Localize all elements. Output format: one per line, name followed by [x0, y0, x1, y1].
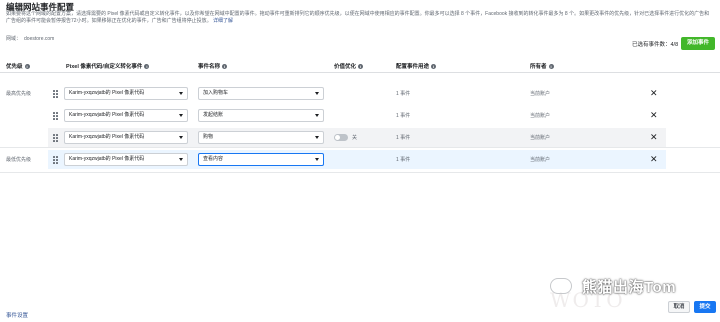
page-description: 如果要将这个网域的配置方案，请选择需要的 Pixel 像素代码或自定义转化事件，… [6, 11, 712, 25]
event-select-value: 购物 [203, 134, 214, 140]
column-header-event-name-label: 事件名称 [198, 64, 221, 70]
value-optimization-toggle[interactable] [334, 134, 348, 141]
table-row: Karim-yxqzwjatb的 Pixel 像素代码 查看内容 1 事件 当前… [48, 150, 666, 169]
group-divider [0, 147, 720, 148]
chevron-down-icon [179, 136, 183, 139]
table-row: Karim-yxqzwjatb的 Pixel 像素代码 发起结账 1 事件 当前… [48, 106, 666, 125]
info-icon[interactable]: i [24, 63, 30, 69]
pixel-select-value: Karim-yxqzwjatb的 Pixel 像素代码 [69, 134, 145, 140]
close-icon[interactable]: ✕ [650, 131, 658, 143]
drag-handle-icon[interactable] [53, 112, 58, 120]
column-header-owner-label: 所有者 [530, 64, 547, 70]
configured-uses: 1 事件 [396, 135, 411, 141]
group-label-lowest: 最低优先级 [6, 157, 32, 163]
cancel-button[interactable]: 取消 [668, 301, 690, 313]
drag-handle-icon[interactable] [53, 90, 58, 98]
chevron-down-icon [315, 158, 319, 161]
column-header-pixel: Pixel 像素代码/自定义转化事件 i [66, 62, 150, 70]
drag-handle-icon[interactable] [53, 156, 58, 164]
owner: 当前账户 [530, 157, 551, 163]
info-icon[interactable]: i [548, 63, 554, 69]
owner: 当前账户 [530, 113, 551, 119]
column-header-value-optimization: 价值优化 i [334, 62, 364, 70]
pixel-select[interactable]: Karim-yxqzwjatb的 Pixel 像素代码 [64, 131, 188, 144]
event-select[interactable]: 发起结账 [198, 109, 324, 122]
table-row: Karim-yxqzwjatb的 Pixel 像素代码 购物 关 1 事件 当前… [48, 128, 666, 147]
domain-value: doestore.com [24, 36, 55, 42]
event-select[interactable]: 加入购物车 [198, 87, 324, 100]
add-event-button[interactable]: 添加事件 [681, 37, 715, 50]
learn-more-link[interactable]: 详细了解 [213, 18, 233, 24]
configured-uses: 1 事件 [396, 157, 411, 163]
event-select[interactable]: 查看内容 [198, 153, 324, 166]
watermark-text: 熊猫出海Tom [582, 279, 677, 296]
column-header-configured-uses-label: 配置事件用途 [396, 64, 430, 70]
column-header-value-optimization-label: 价值优化 [334, 64, 357, 70]
domain-row: 网域： doestore.com [6, 35, 57, 42]
domain-label: 网域： [6, 36, 22, 42]
header-divider [0, 72, 720, 73]
value-optimization-toggle-label: 关 [352, 135, 358, 141]
column-header-pixel-label: Pixel 像素代码/自定义转化事件 [66, 64, 143, 70]
pixel-select-value: Karim-yxqzwjatb的 Pixel 像素代码 [69, 112, 145, 118]
chevron-down-icon [179, 92, 183, 95]
pixel-select-value: Karim-yxqzwjatb的 Pixel 像素代码 [69, 156, 145, 162]
configured-uses: 1 事件 [396, 91, 411, 97]
info-icon[interactable]: i [144, 63, 150, 69]
table-bottom-divider [0, 172, 720, 173]
column-header-configured-uses: 配置事件用途 i [396, 62, 437, 70]
close-icon[interactable]: ✕ [650, 87, 658, 99]
column-header-priority-label: 优先级 [6, 64, 23, 70]
info-icon[interactable]: i [358, 63, 364, 69]
close-icon[interactable]: ✕ [650, 153, 658, 165]
event-select-value: 加入购物车 [203, 90, 229, 96]
chevron-down-icon [179, 158, 183, 161]
chevron-down-icon [179, 114, 183, 117]
table-row: Karim-yxqzwjatb的 Pixel 像素代码 加入购物车 1 事件 当… [48, 84, 666, 103]
chevron-down-icon [315, 136, 319, 139]
pixel-select[interactable]: Karim-yxqzwjatb的 Pixel 像素代码 [64, 109, 188, 122]
group-label-highest: 最高优先级 [6, 91, 32, 97]
submit-button[interactable]: 提交 [694, 301, 716, 313]
drag-handle-icon[interactable] [53, 134, 58, 142]
selected-event-count: 已选有事件数：4/8 [632, 42, 679, 48]
wechat-logo-icon [550, 278, 572, 294]
event-select-value: 查看内容 [203, 156, 224, 162]
configured-uses: 1 事件 [396, 113, 411, 119]
owner: 当前账户 [530, 91, 551, 97]
owner: 当前账户 [530, 135, 551, 141]
description-text: 如果要将这个网域的配置方案，请选择需要的 Pixel 像素代码或自定义转化事件，… [6, 11, 710, 24]
event-select[interactable]: 购物 [198, 131, 324, 144]
event-settings-link[interactable]: 事件设置 [6, 311, 28, 319]
column-header-owner: 所有者 i [530, 62, 554, 70]
column-header-event-name: 事件名称 i [198, 62, 228, 70]
pixel-select[interactable]: Karim-yxqzwjatb的 Pixel 像素代码 [64, 87, 188, 100]
pixel-select-value: Karim-yxqzwjatb的 Pixel 像素代码 [69, 90, 145, 96]
close-icon[interactable]: ✕ [650, 109, 658, 121]
chevron-down-icon [315, 114, 319, 117]
chevron-down-icon [315, 92, 319, 95]
column-header-priority: 优先级 i [6, 62, 30, 70]
pixel-select[interactable]: Karim-yxqzwjatb的 Pixel 像素代码 [64, 153, 188, 166]
info-icon[interactable]: i [431, 63, 437, 69]
event-select-value: 发起结账 [203, 112, 224, 118]
info-icon[interactable]: i [222, 63, 228, 69]
